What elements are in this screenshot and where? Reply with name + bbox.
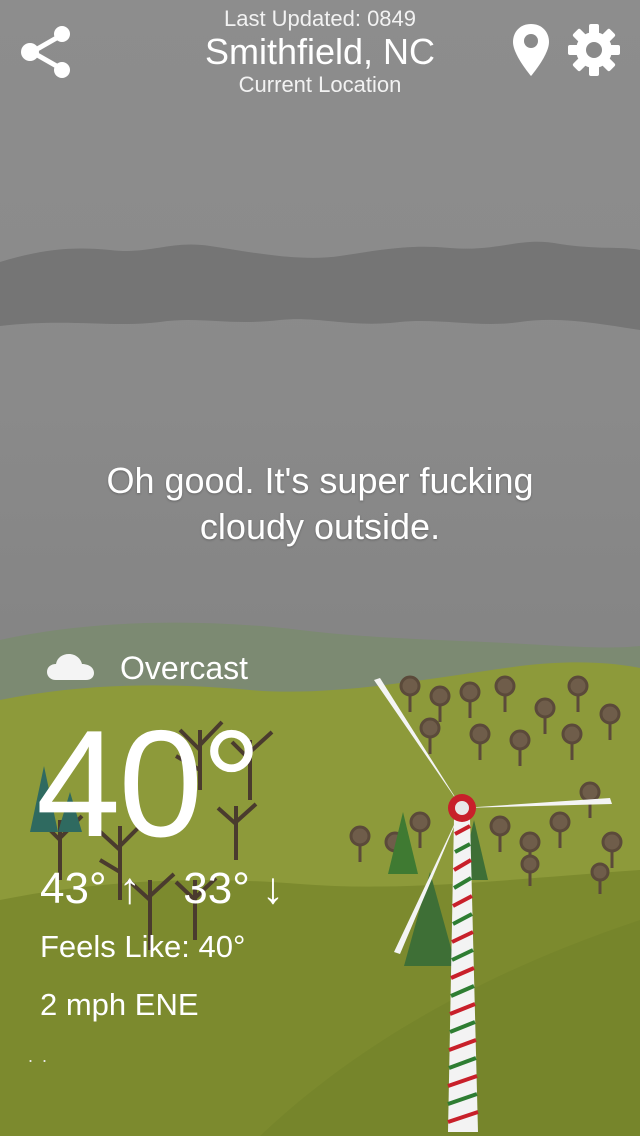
snarky-message: Oh good. It's super fucking cloudy outsi… [40,458,600,550]
last-updated-text: Last Updated: 0849 [223,6,417,31]
settings-button[interactable] [566,22,622,78]
city-name[interactable]: Smithfield, NC [140,32,500,72]
top-bar: Last Updated: 0849 Smithfield, NC Curren… [0,0,640,110]
high-low-temps: 43° ↑ 33° ↓ [40,864,284,914]
low-temp: 33° [183,864,250,913]
high-temp: 43° [40,864,107,913]
location-button[interactable] [510,22,552,78]
location-label: Current Location [238,72,402,97]
share-icon [21,26,70,78]
condition-text: Overcast [120,650,249,686]
gear-icon [568,24,620,76]
current-temperature: 40° [36,699,262,869]
cloud-icon [47,654,94,680]
down-arrow-icon: ↓ [262,864,285,913]
page-indicator: . . [28,1046,50,1066]
message-line-2: cloudy outside. [199,506,441,547]
message-line-1: Oh good. It's super fucking [106,460,534,501]
cloud-band [0,241,640,330]
feels-like-text: Feels Like: 40° [40,929,246,964]
share-button[interactable] [18,22,76,80]
header-location: Last Updated: 0849 Smithfield, NC Curren… [140,6,500,98]
up-arrow-icon: ↑ [118,864,141,913]
location-pin-icon [513,24,549,76]
wind-text: 2 mph ENE [40,987,199,1022]
